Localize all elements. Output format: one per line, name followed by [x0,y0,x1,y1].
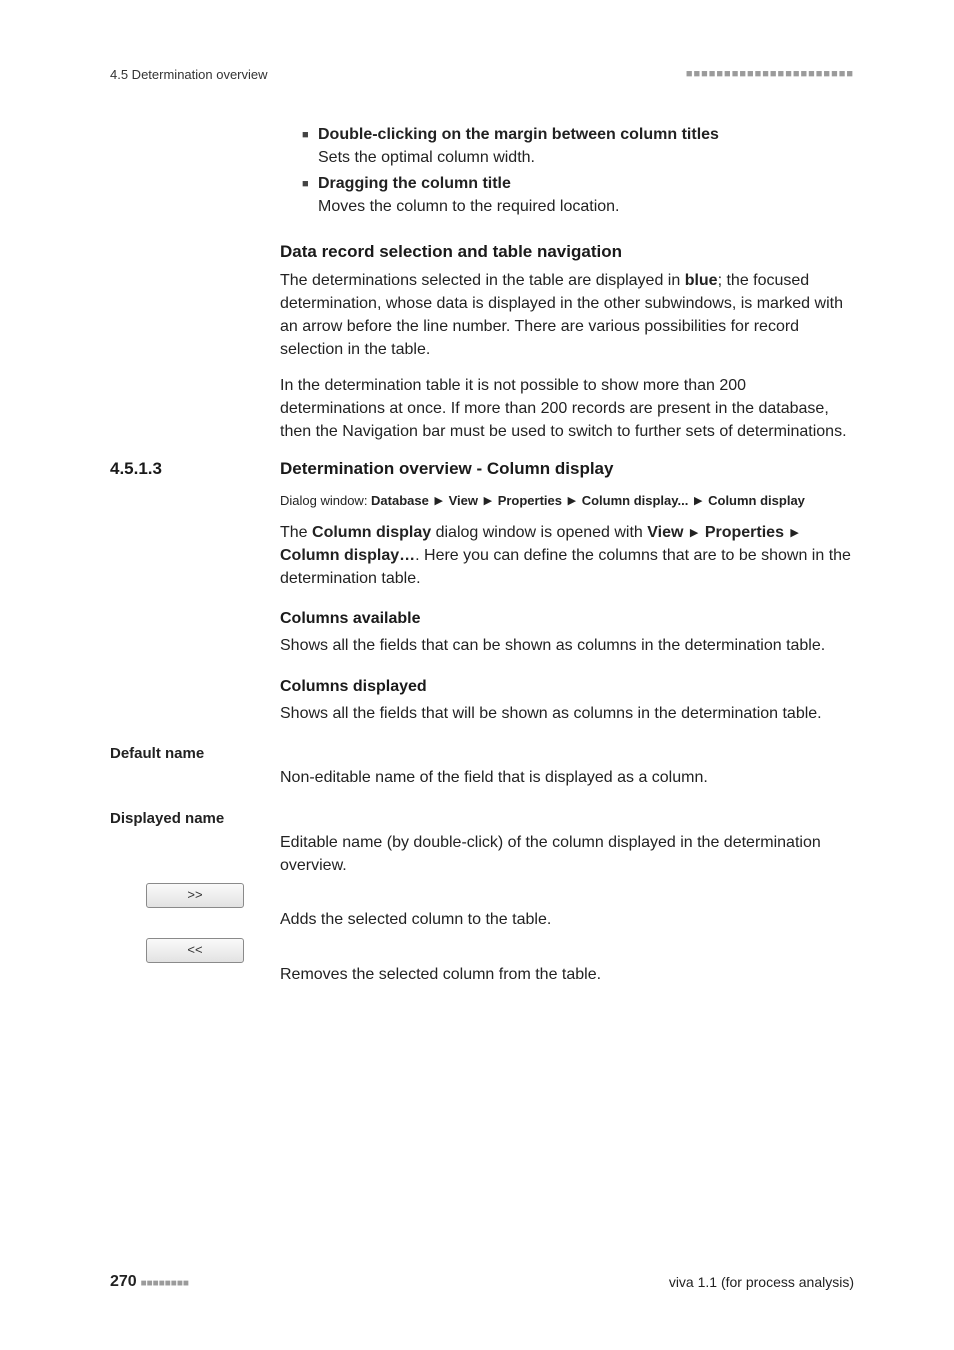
page-number: 270 [110,1273,137,1290]
bullet-body-text: Moves the column to the required locatio… [318,198,620,215]
triangle-icon: ▶ [788,527,800,539]
add-column-button[interactable]: >> [146,883,244,908]
button-description: Adds the selected column to the table. [280,881,854,932]
paragraph: The Column display dialog window is open… [280,522,854,590]
subheading-columns-available: Columns available [280,608,854,631]
button-row-remove: << Removes the selected column from the … [110,936,854,987]
page-footer: 270 ■■■■■■■■ viva 1.1 (for process analy… [110,1271,854,1294]
paragraph: Shows all the fields that will be shown … [280,703,854,726]
button-row-add: >> Adds the selected column to the table… [110,881,854,932]
triangle-icon: ▶ [692,495,704,507]
bullet-list: ■ Double-clicking on the margin between … [302,124,854,218]
blue-keyword: blue [685,272,718,289]
triangle-icon: ▶ [432,495,444,507]
page-header: 4.5 Determination overview ■■■■■■■■■■■■■… [110,66,854,84]
dialog-window-path: Dialog window: Database ▶ View ▶ Propert… [280,492,854,511]
field-label: Displayed name [110,808,280,877]
remove-column-button[interactable]: << [146,938,244,963]
square-bullet-icon: ■ [302,173,318,218]
field-displayed-name: Displayed name Editable name (by double-… [110,808,854,877]
bullet-title: Double-clicking on the margin between co… [318,126,719,143]
footer-product: viva 1.1 (for process analysis) [669,1273,854,1293]
button-description: Removes the selected column from the tab… [280,936,854,987]
bullet-item: ■ Dragging the column title Moves the co… [302,173,854,218]
paragraph: Shows all the fields that can be shown a… [280,635,854,658]
field-description: Editable name (by double-click) of the c… [280,808,854,877]
header-section-path: 4.5 Determination overview [110,66,268,84]
footer-dots: ■■■■■■■■ [141,1278,189,1289]
triangle-icon: ▶ [688,527,700,539]
subheading-data-record: Data record selection and table navigati… [280,240,854,264]
bullet-title: Dragging the column title [318,175,511,192]
bullet-body-text: Sets the optimal column width. [318,149,535,166]
section-title: Determination overview - Column display [280,457,613,481]
section-number: 4.5.1.3 [110,457,280,481]
square-bullet-icon: ■ [302,124,318,169]
header-dots: ■■■■■■■■■■■■■■■■■■■■■■ [686,67,854,83]
subheading-columns-displayed: Columns displayed [280,676,854,699]
field-default-name: Default name Non-editable name of the fi… [110,743,854,790]
bullet-item: ■ Double-clicking on the margin between … [302,124,854,169]
triangle-icon: ▶ [566,495,578,507]
field-description: Non-editable name of the field that is d… [280,743,854,790]
triangle-icon: ▶ [482,495,494,507]
paragraph: The determinations selected in the table… [280,270,854,361]
section-heading-row: 4.5.1.3 Determination overview - Column … [110,457,854,481]
field-label: Default name [110,743,280,790]
paragraph: In the determination table it is not pos… [280,375,854,443]
